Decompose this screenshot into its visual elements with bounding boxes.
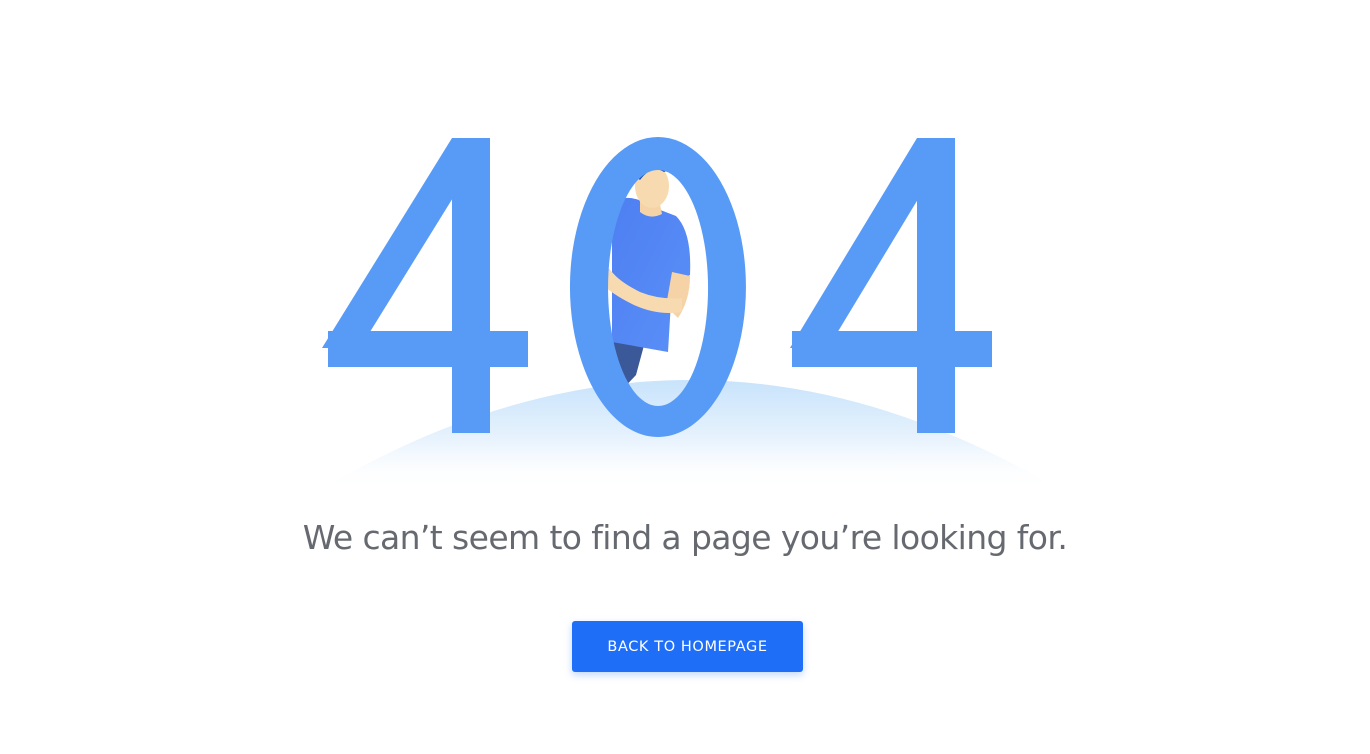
digit-four-left: [322, 138, 528, 433]
error-illustration: [0, 0, 1370, 500]
back-to-homepage-button[interactable]: BACK TO HOMEPAGE: [572, 621, 803, 672]
error-message: We can’t seem to find a page you’re look…: [302, 518, 1068, 557]
error-page: We can’t seem to find a page you’re look…: [0, 0, 1370, 754]
digit-four-right: [790, 138, 992, 433]
